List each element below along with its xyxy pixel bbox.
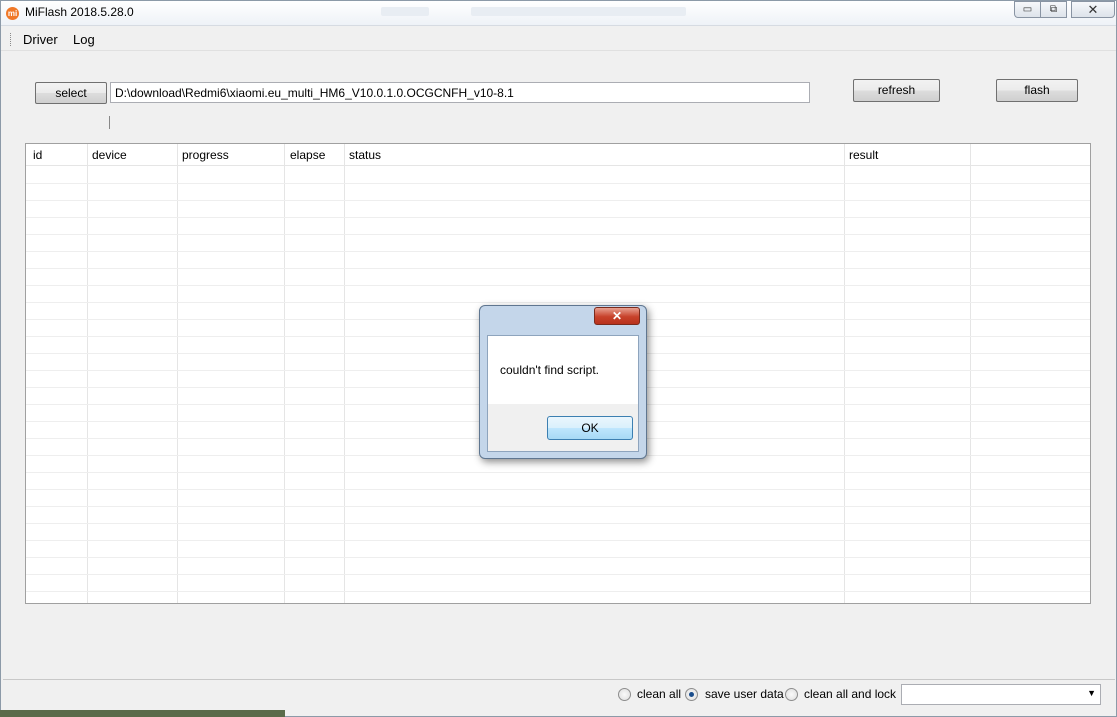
dialog-message: couldn't find script. (500, 363, 600, 377)
minimize-icon: ▭ (1022, 4, 1033, 15)
table-row-line (26, 285, 1090, 286)
dialog-ok-button[interactable]: OK (547, 416, 633, 440)
select-button[interactable]: select (35, 82, 107, 104)
table-row-line (26, 200, 1090, 201)
radio-clean-all-and-lock[interactable] (785, 688, 798, 701)
background-window-ghost (471, 7, 686, 16)
dialog-body: couldn't find script. OK (487, 335, 639, 452)
table-header: id device progress elapse status result (26, 144, 1090, 166)
radio-clean-all[interactable] (618, 688, 631, 701)
menu-driver[interactable]: Driver (23, 32, 58, 47)
table-row-line (26, 183, 1090, 184)
table-row-line (26, 472, 1090, 473)
table-row-line (26, 591, 1090, 592)
close-icon: ✕ (1087, 2, 1099, 17)
table-row-line (26, 302, 1090, 303)
radio-save-user-data[interactable] (685, 688, 698, 701)
miflash-app-icon: mi (6, 7, 19, 20)
column-divider (284, 144, 285, 603)
restore-icon: ⧉ (1049, 4, 1058, 15)
miflash-window: mi MiFlash 2018.5.28.0 ▭ ⧉ ✕ Driver Log … (0, 0, 1117, 717)
bottom-separator (3, 679, 1115, 680)
rom-path-input[interactable]: D:\download\Redmi6\xiaomi.eu_multi_HM6_V… (110, 82, 810, 103)
radio-selected-dot (689, 692, 694, 697)
table-row-line (26, 268, 1090, 269)
text-cursor-mark (109, 116, 110, 129)
dialog-message-area: couldn't find script. (488, 336, 638, 404)
column-header-elapse[interactable]: elapse (290, 148, 325, 162)
option-dropdown[interactable]: ▼ (901, 684, 1101, 705)
background-window-ghost (381, 7, 429, 16)
column-divider (970, 144, 971, 603)
window-title: MiFlash 2018.5.28.0 (25, 5, 134, 19)
label-clean-all[interactable]: clean all (637, 687, 681, 701)
close-button[interactable]: ✕ (1071, 1, 1115, 18)
table-row-line (26, 540, 1090, 541)
close-icon: ✕ (611, 309, 623, 323)
column-header-result[interactable]: result (849, 148, 878, 162)
error-dialog: ✕ couldn't find script. OK (479, 305, 647, 459)
table-row-line (26, 506, 1090, 507)
refresh-button[interactable]: refresh (853, 79, 940, 102)
desktop-strip (0, 710, 285, 717)
dialog-close-button[interactable]: ✕ (594, 307, 640, 325)
menu-bar: Driver Log (1, 27, 1116, 51)
menu-grip-icon (10, 33, 12, 46)
column-divider (844, 144, 845, 603)
table-row-line (26, 489, 1090, 490)
chevron-down-icon[interactable]: ▼ (1087, 688, 1096, 698)
column-divider (177, 144, 178, 603)
label-save-user-data[interactable]: save user data (705, 687, 784, 701)
column-header-device[interactable]: device (92, 148, 127, 162)
column-header-id[interactable]: id (33, 148, 42, 162)
column-header-status[interactable]: status (349, 148, 381, 162)
menu-log[interactable]: Log (73, 32, 95, 47)
column-divider (344, 144, 345, 603)
column-divider (87, 144, 88, 603)
label-clean-all-and-lock[interactable]: clean all and lock (804, 687, 896, 701)
table-row-line (26, 251, 1090, 252)
flash-button[interactable]: flash (996, 79, 1078, 102)
restore-button[interactable]: ⧉ (1040, 1, 1067, 18)
table-row-line (26, 217, 1090, 218)
table-row-line (26, 234, 1090, 235)
column-header-progress[interactable]: progress (182, 148, 229, 162)
table-row-line (26, 574, 1090, 575)
table-row-line (26, 557, 1090, 558)
table-row-line (26, 523, 1090, 524)
minimize-button[interactable]: ▭ (1014, 1, 1041, 18)
title-bar[interactable]: mi MiFlash 2018.5.28.0 ▭ ⧉ ✕ (1, 1, 1116, 26)
